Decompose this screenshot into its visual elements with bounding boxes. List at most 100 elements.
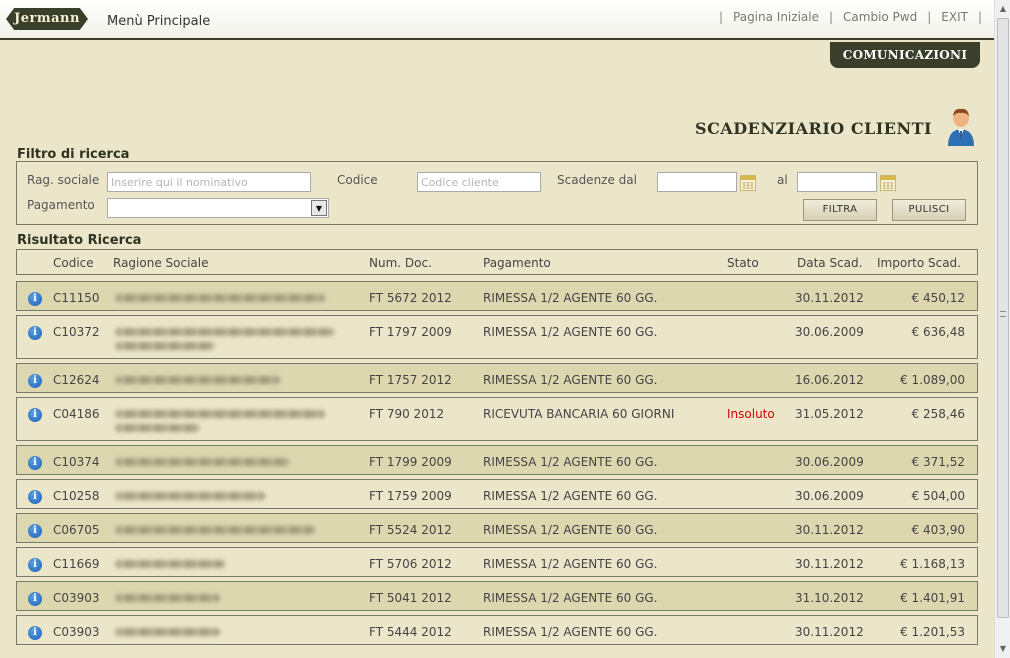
brand-logo[interactable]: Jermann [6,8,88,30]
redacted-ragione-sociale [115,294,325,302]
cell-num-doc: FT 5444 2012 [369,625,452,639]
redacted-ragione-sociale [115,410,325,418]
cell-num-doc: FT 5041 2012 [369,591,452,605]
cell-codice: C03903 [53,625,100,639]
info-icon[interactable]: i [28,374,42,388]
scadenze-al-input[interactable] [797,172,877,192]
menu-principale-link[interactable]: Menù Principale [107,14,210,29]
col-importo-scad[interactable]: Importo Scad. [877,256,961,270]
cell-importo-scad: € 371,52 [911,455,965,469]
cell-importo-scad: € 1.089,00 [900,373,965,387]
scroll-down-icon[interactable]: ▼ [997,642,1009,656]
info-icon[interactable]: i [28,490,42,504]
pagamento-label: Pagamento [27,198,95,212]
col-num-doc[interactable]: Num. Doc. [369,256,432,270]
info-icon[interactable]: i [28,456,42,470]
cell-num-doc: FT 1797 2009 [369,325,452,339]
cell-num-doc: FT 5672 2012 [369,291,452,305]
cell-codice: C03903 [53,591,100,605]
cell-pagamento: RIMESSA 1/2 AGENTE 60 GG. [483,489,658,503]
cell-num-doc: FT 790 2012 [369,407,445,421]
scadenze-dal-input[interactable] [657,172,737,192]
col-ragione-sociale[interactable]: Ragione Sociale [113,256,208,270]
pagina-iniziale-link[interactable]: Pagina Iniziale [733,10,819,24]
filter-panel: Rag. sociale Codice Scadenze dal al Paga… [16,161,978,225]
table-row[interactable]: i C11150 FT 5672 2012 RIMESSA 1/2 AGENTE 60… [16,281,978,311]
info-icon[interactable]: i [28,558,42,572]
rag-sociale-input[interactable] [107,172,311,192]
table-row[interactable]: i C03903 FT 5444 2012 RIMESSA 1/2 AGENTE 60… [16,615,978,645]
cell-importo-scad: € 636,48 [911,325,965,339]
col-codice[interactable]: Codice [53,256,94,270]
redacted-ragione-sociale [115,526,315,534]
filter-section-title: Filtro di ricerca [17,147,130,162]
cell-pagamento: RIMESSA 1/2 AGENTE 60 GG. [483,291,658,305]
info-icon[interactable]: i [28,408,42,422]
cell-num-doc: FT 1799 2009 [369,455,452,469]
redacted-ragione-sociale [115,628,220,636]
cell-importo-scad: € 504,00 [911,489,965,503]
scroll-up-icon[interactable]: ▲ [997,2,1009,16]
cell-data-scad: 30.06.2009 [795,455,864,469]
cell-pagamento: RIMESSA 1/2 AGENTE 60 GG. [483,373,658,387]
info-icon[interactable]: i [28,292,42,306]
vertical-scrollbar[interactable]: ▲ ▼ [994,0,1010,658]
results-table-header: Codice Ragione Sociale Num. Doc. Pagamen… [16,249,978,275]
calendar-al-icon[interactable] [880,175,896,191]
redacted-ragione-sociale [115,342,215,350]
col-pagamento[interactable]: Pagamento [483,256,551,270]
user-icon [948,108,974,146]
comunicazioni-tab[interactable]: COMUNICAZIONI [830,42,980,68]
info-icon[interactable]: i [28,592,42,606]
cell-data-scad: 31.10.2012 [795,591,864,605]
table-row[interactable]: i C06705 FT 5524 2012 RIMESSA 1/2 AGENTE 60… [16,513,978,543]
chevron-down-icon[interactable]: ▼ [311,200,327,216]
cell-data-scad: 30.06.2009 [795,325,864,339]
cell-data-scad: 30.11.2012 [795,523,864,537]
table-row[interactable]: i C04186 FT 790 2012 RICEVUTA BANCARIA 60 G… [16,397,978,441]
info-icon[interactable]: i [28,626,42,640]
filtra-button[interactable]: FILTRA [803,199,877,221]
col-data-scad[interactable]: Data Scad. [797,256,862,270]
redacted-ragione-sociale [115,424,200,432]
results-section-title: Risultato Ricerca [17,233,142,248]
cell-pagamento: RIMESSA 1/2 AGENTE 60 GG. [483,523,658,537]
table-row[interactable]: i C03903 FT 5041 2012 RIMESSA 1/2 AGENTE 60… [16,581,978,611]
cell-pagamento: RIMESSA 1/2 AGENTE 60 GG. [483,455,658,469]
pulisci-button[interactable]: PULISCI [892,199,966,221]
cell-data-scad: 30.06.2009 [795,489,864,503]
cell-num-doc: FT 5706 2012 [369,557,452,571]
pagamento-select[interactable]: ▼ [107,198,329,218]
codice-input[interactable] [417,172,541,192]
cambio-pwd-link[interactable]: Cambio Pwd [843,10,917,24]
calendar-dal-icon[interactable] [740,175,756,191]
scrollbar-thumb[interactable] [997,18,1009,618]
table-row[interactable]: i C11669 FT 5706 2012 RIMESSA 1/2 AGENTE 60… [16,547,978,577]
top-header: Jermann Menù Principale | Pagina Inizial… [0,0,994,40]
col-stato[interactable]: Stato [727,256,759,270]
table-row[interactable]: i C12624 FT 1757 2012 RIMESSA 1/2 AGENTE 60… [16,363,978,393]
cell-codice: C12624 [53,373,100,387]
table-row[interactable]: i C10374 FT 1799 2009 RIMESSA 1/2 AGENTE 60… [16,445,978,475]
cell-stato: Insoluto [727,407,775,421]
cell-num-doc: FT 5524 2012 [369,523,452,537]
cell-pagamento: RIMESSA 1/2 AGENTE 60 GG. [483,625,658,639]
cell-data-scad: 31.05.2012 [795,407,864,421]
cell-num-doc: FT 1759 2009 [369,489,452,503]
exit-link[interactable]: EXIT [941,10,968,24]
cell-data-scad: 30.11.2012 [795,557,864,571]
cell-data-scad: 30.11.2012 [795,625,864,639]
redacted-ragione-sociale [115,560,225,568]
rag-sociale-label: Rag. sociale [27,173,100,187]
table-row[interactable]: i C10258 FT 1759 2009 RIMESSA 1/2 AGENTE 60… [16,479,978,509]
table-row[interactable]: i C10372 FT 1797 2009 RIMESSA 1/2 AGENTE 60… [16,315,978,359]
redacted-ragione-sociale [115,376,280,384]
redacted-ragione-sociale [115,492,265,500]
cell-codice: C11669 [53,557,100,571]
page-title: SCADENZIARIO CLIENTI [695,119,932,138]
info-icon[interactable]: i [28,524,42,538]
cell-pagamento: RIMESSA 1/2 AGENTE 60 GG. [483,557,658,571]
cell-importo-scad: € 1.401,91 [900,591,965,605]
cell-importo-scad: € 450,12 [911,291,965,305]
info-icon[interactable]: i [28,326,42,340]
